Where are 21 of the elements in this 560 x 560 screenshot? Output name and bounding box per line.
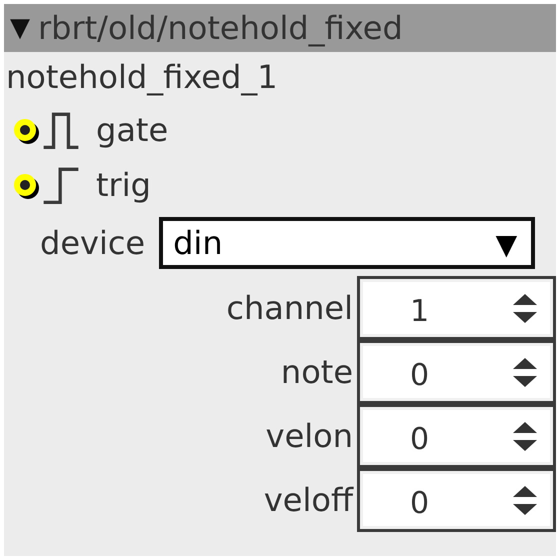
inlet-jack-icon[interactable]	[14, 118, 36, 140]
spinner-arrows-icon[interactable]	[513, 358, 537, 386]
spinner-arrows-icon[interactable]	[513, 294, 537, 322]
inlet-label: trig	[96, 166, 151, 204]
spinner-label: note	[280, 353, 354, 391]
spinner-arrows-icon[interactable]	[513, 486, 537, 514]
number-spinner[interactable]: 1	[357, 276, 556, 340]
spinner-label: veloff	[262, 481, 355, 519]
device-label: device	[40, 224, 146, 262]
number-spinner[interactable]: 0	[357, 340, 556, 404]
number-spinner[interactable]: 0	[357, 404, 556, 468]
number-spinner[interactable]: 0	[357, 468, 556, 532]
spinner-label: velon	[264, 417, 354, 455]
object-path: rbrt/old/notehold_fixed	[38, 9, 403, 47]
collapse-toggle[interactable]: ▼	[10, 13, 30, 43]
inlet-jack-icon[interactable]	[14, 174, 36, 196]
spinner-label: channel	[225, 289, 354, 327]
instance-name: notehold_fixed_1	[5, 57, 279, 98]
inlet-label: gate	[96, 110, 168, 148]
device-dropdown[interactable]: din ▼	[159, 217, 536, 269]
spinner-arrows-icon[interactable]	[513, 422, 537, 450]
